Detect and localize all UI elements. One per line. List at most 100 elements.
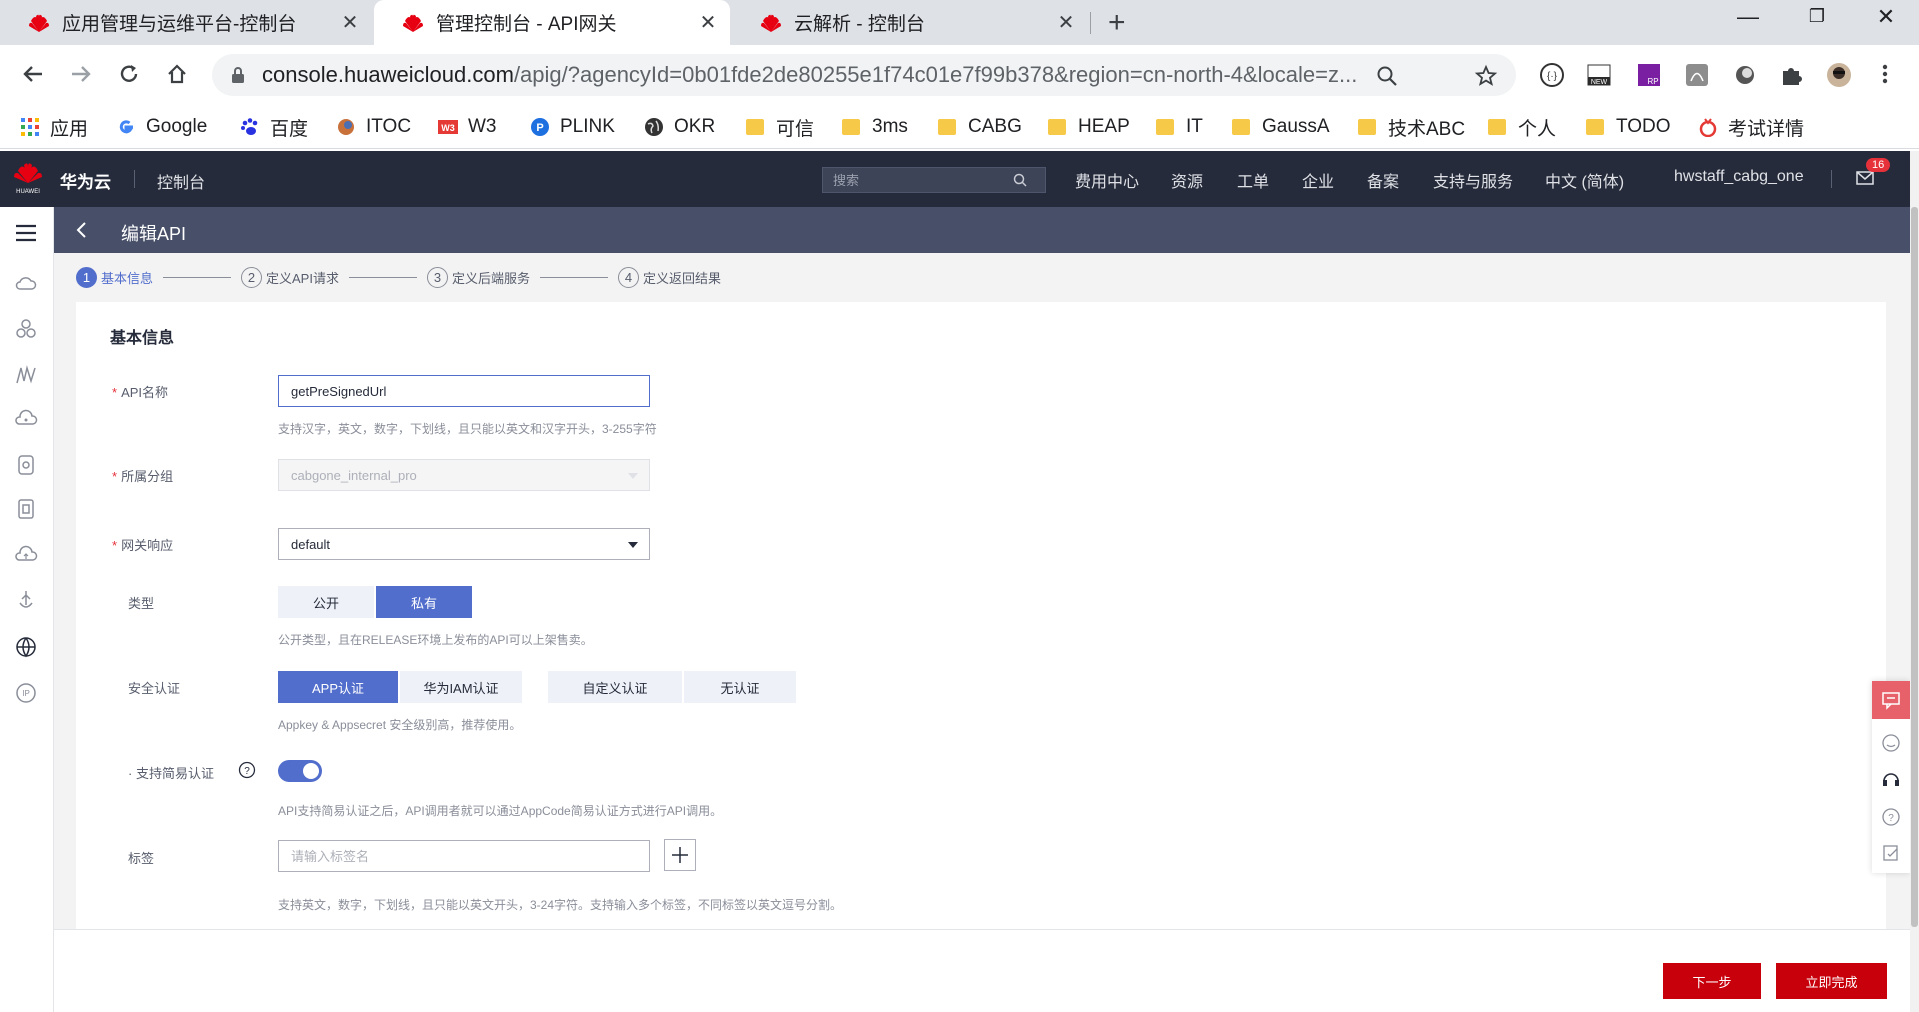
svg-text:?: ?	[244, 766, 250, 777]
restore-icon[interactable]: ❐	[1797, 6, 1837, 27]
auth-option-custom[interactable]: 自定义认证	[548, 671, 682, 703]
bookmark-folder-it[interactable]: IT	[1156, 112, 1203, 142]
feedback-button[interactable]	[1872, 681, 1910, 719]
step-define-response[interactable]: 4 定义返回结果	[618, 266, 721, 288]
tag-input[interactable]	[278, 840, 650, 872]
bookmark-folder-heap[interactable]: HEAP	[1048, 112, 1130, 142]
bookmark-google[interactable]: Google	[116, 112, 207, 142]
nav-enterprise[interactable]: 企业	[1302, 168, 1334, 192]
nav-filing[interactable]: 备案	[1367, 168, 1399, 192]
browser-menu-icon[interactable]	[1868, 57, 1902, 91]
extension-circle-icon[interactable]	[1732, 62, 1758, 88]
ip-service-icon[interactable]: IP	[14, 681, 38, 705]
gateway-response-select[interactable]	[278, 528, 650, 560]
browser-tab-api-gateway[interactable]: 管理控制台 - API网关 ✕	[374, 0, 730, 45]
extension-new-icon[interactable]: NEW	[1586, 62, 1612, 88]
analytics-service-icon[interactable]	[14, 363, 38, 387]
reload-icon[interactable]	[112, 57, 146, 91]
bookmark-itoc[interactable]: ITOC	[336, 112, 411, 142]
type-option-public[interactable]: 公开	[278, 586, 374, 618]
nav-language[interactable]: 中文 (简体)	[1545, 168, 1624, 192]
database-service-icon[interactable]	[14, 453, 38, 477]
close-icon[interactable]: ✕	[340, 10, 360, 35]
header-search-input[interactable]	[823, 172, 1013, 188]
question-icon[interactable]: ?	[1881, 807, 1901, 827]
bookmark-folder-todo[interactable]: TODO	[1586, 112, 1671, 142]
close-icon[interactable]: ✕	[1056, 10, 1076, 35]
window-close-icon[interactable]: ✕	[1866, 4, 1906, 30]
mail-icon[interactable]	[1856, 171, 1874, 185]
deploy-service-icon[interactable]	[14, 589, 38, 613]
bookmark-folder-personal[interactable]: 个人	[1488, 112, 1556, 142]
bookmark-plink[interactable]: P PLINK	[530, 112, 615, 142]
huawei-logo-icon[interactable]: HUAWEI	[12, 161, 44, 195]
cloud-service-icon[interactable]	[14, 271, 38, 295]
extension-code-icon[interactable]: {·}	[1539, 62, 1565, 88]
brand-name[interactable]: 华为云	[60, 168, 111, 193]
api-name-input[interactable]	[278, 375, 650, 407]
auth-option-app[interactable]: APP认证	[278, 671, 398, 703]
headset-icon[interactable]	[1881, 769, 1901, 789]
next-step-button[interactable]: 下一步	[1663, 963, 1761, 999]
star-icon[interactable]	[1474, 64, 1498, 88]
url-text[interactable]: console.huaweicloud.com/apig/?agencyId=0…	[262, 62, 1402, 88]
bookmark-w3[interactable]: W3 W3	[438, 112, 497, 142]
bookmark-exam[interactable]: 考试详情	[1698, 112, 1804, 142]
bookmark-folder-gaussa[interactable]: GaussA	[1232, 112, 1330, 142]
chevron-down-icon[interactable]	[628, 542, 638, 548]
bookmark-baidu[interactable]: 百度	[240, 112, 308, 142]
step-define-request[interactable]: 2 定义API请求	[241, 266, 339, 288]
search-icon[interactable]	[1013, 173, 1027, 187]
bookmark-folder-jishuabc[interactable]: 技术ABC	[1358, 112, 1465, 142]
help-icon[interactable]: ?	[238, 761, 256, 779]
zoom-icon[interactable]	[1375, 64, 1399, 88]
address-bar[interactable]: console.huaweicloud.com/apig/?agencyId=0…	[212, 54, 1516, 96]
header-search[interactable]	[822, 167, 1046, 193]
auth-option-iam[interactable]: 华为IAM认证	[400, 671, 522, 703]
browser-tab-app-ops[interactable]: 应用管理与运维平台-控制台 ✕	[0, 0, 372, 45]
nav-tickets[interactable]: 工单	[1237, 168, 1269, 192]
cluster-service-icon[interactable]	[14, 317, 38, 341]
console-link[interactable]: 控制台	[157, 169, 205, 193]
nav-support[interactable]: 支持与服务	[1433, 168, 1513, 192]
browser-tab-dns[interactable]: 云解析 - 控制台 ✕	[732, 0, 1088, 45]
type-option-private[interactable]: 私有	[376, 586, 472, 618]
cloud-upload-icon[interactable]	[14, 543, 38, 567]
smile-icon[interactable]	[1881, 733, 1901, 753]
browser-toolbar: console.huaweicloud.com/apig/?agencyId=0…	[0, 45, 1919, 104]
cloud-storage-icon[interactable]	[14, 407, 38, 431]
bookmark-folder-cabg[interactable]: CABG	[938, 112, 1022, 142]
edit-note-icon[interactable]	[1881, 843, 1901, 863]
forward-arrow-icon[interactable]	[64, 57, 98, 91]
step-basic-info[interactable]: 1 基本信息	[76, 266, 153, 288]
scrollbar-thumb[interactable]	[1911, 207, 1918, 927]
minimize-icon[interactable]: —	[1728, 4, 1768, 30]
new-tab-icon[interactable]: +	[1108, 6, 1126, 40]
add-tag-button[interactable]	[664, 839, 696, 871]
home-icon[interactable]	[160, 57, 194, 91]
profile-avatar-icon[interactable]	[1826, 62, 1852, 88]
page-scrollbar[interactable]	[1910, 151, 1919, 1012]
bookmark-okr[interactable]: OKR	[644, 112, 715, 142]
back-chevron-icon[interactable]	[74, 220, 88, 240]
menu-hamburger-icon[interactable]	[14, 221, 38, 245]
header-divider	[1831, 170, 1832, 188]
folder-icon	[1156, 119, 1174, 135]
nav-resources[interactable]: 资源	[1171, 168, 1203, 192]
bookmark-folder-kexin[interactable]: 可信	[746, 112, 814, 142]
extensions-puzzle-icon[interactable]	[1778, 62, 1804, 88]
extension-pdf-icon[interactable]	[1684, 62, 1710, 88]
nav-username[interactable]: hwstaff_cabg_one	[1674, 168, 1804, 186]
finish-now-button[interactable]: 立即完成	[1776, 963, 1887, 999]
step-define-backend[interactable]: 3 定义后端服务	[426, 266, 530, 288]
bookmark-folder-3ms[interactable]: 3ms	[842, 112, 908, 142]
document-service-icon[interactable]	[14, 497, 38, 521]
auth-option-none[interactable]: 无认证	[684, 671, 796, 703]
close-icon[interactable]: ✕	[698, 10, 718, 35]
back-arrow-icon[interactable]	[16, 57, 50, 91]
bookmark-apps[interactable]: 应用	[20, 112, 88, 142]
nav-billing[interactable]: 费用中心	[1075, 168, 1139, 192]
network-globe-icon[interactable]	[14, 635, 38, 659]
extension-rp-icon[interactable]: RP	[1636, 62, 1662, 88]
simple-auth-toggle[interactable]	[278, 760, 322, 782]
